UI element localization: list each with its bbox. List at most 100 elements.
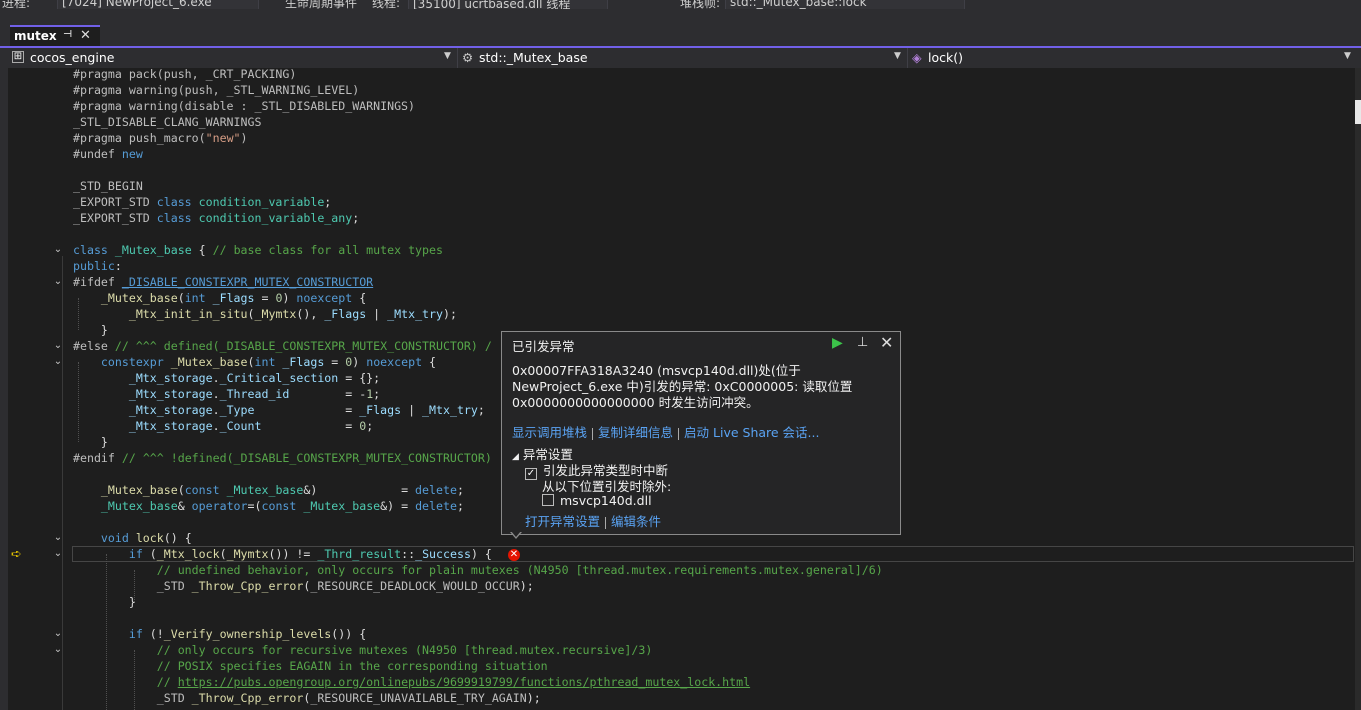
- code-token: public: [73, 259, 115, 273]
- code-token: ;: [366, 419, 374, 433]
- code-token: _Flags: [282, 355, 325, 369]
- method-icon: ◈: [912, 50, 922, 65]
- editor-left-margin: [0, 68, 8, 710]
- process-value: [7024] NewProject_6.exe: [62, 0, 212, 9]
- project-name: cocos_engine: [30, 50, 115, 65]
- code-token: .: [212, 403, 220, 417]
- code-line: _Mutex_base(const _Mutex_base&) = delete…: [73, 482, 464, 498]
- fold-chevron-icon[interactable]: ⌄: [52, 356, 64, 368]
- code-token: ): [240, 131, 248, 145]
- dll-exception-checkbox[interactable]: msvcp140d.dll: [542, 493, 652, 508]
- code-token: ) {: [470, 547, 492, 561]
- open-exception-settings-link[interactable]: 打开异常设置: [525, 514, 600, 529]
- code-token: =: [261, 419, 360, 433]
- code-token: _Flags: [324, 307, 367, 321]
- fold-chevron-icon[interactable]: ⌄: [52, 276, 64, 288]
- process-dropdown[interactable]: [7024] NewProject_6.exe: [57, 0, 259, 9]
- edit-conditions-link[interactable]: 编辑条件: [611, 514, 661, 529]
- code-token: operator: [191, 499, 248, 513]
- code-token: #pragma warning(push, _STL_WARNING_LEVEL…: [73, 83, 360, 97]
- code-token: _Thread_id: [219, 387, 290, 401]
- tab-mutex[interactable]: mutex ⊣ ✕: [10, 25, 100, 48]
- chevron-down-icon: ▼: [444, 51, 451, 61]
- code-token: :: [114, 259, 122, 273]
- process-label: 进程:: [2, 0, 31, 9]
- code-token: (: [149, 547, 157, 561]
- code-token: ;: [456, 483, 464, 497]
- fold-chevron-icon[interactable]: ⌄: [52, 644, 64, 656]
- code-token: &) =: [303, 483, 416, 497]
- code-token: int: [254, 355, 283, 369]
- stack-frame-dropdown[interactable]: std::_Mutex_base::lock: [725, 0, 965, 9]
- code-token: _STD: [156, 691, 192, 705]
- code-token: _Mtx_storage: [128, 403, 213, 417]
- fold-chevron-icon[interactable]: ⌄: [52, 244, 64, 256]
- code-token: #undef: [73, 147, 122, 161]
- fold-chevron-icon[interactable]: ⌄: [52, 628, 64, 640]
- code-token: _Mtx_storage: [128, 371, 213, 385]
- code-token: _Mymtx: [254, 307, 297, 321]
- code-token: _Throw_Cpp_error: [191, 579, 304, 593]
- fold-chevron-icon[interactable]: ⌄: [52, 340, 64, 352]
- thread-label: 线程:: [372, 0, 401, 9]
- code-token: ;: [352, 211, 360, 225]
- scope-dropdown[interactable]: ⚙ std::_Mutex_base ▼: [460, 49, 905, 66]
- code-token: _Mutex_base: [226, 483, 304, 497]
- close-icon[interactable]: ✕: [880, 333, 893, 352]
- code-token: _Mymtx: [226, 547, 269, 561]
- code-token: _STD_BEGIN: [73, 179, 143, 193]
- code-token: ;: [373, 387, 381, 401]
- scope-name: std::_Mutex_base: [479, 50, 588, 65]
- project-dropdown[interactable]: ⊞ cocos_engine ▼: [10, 49, 455, 66]
- code-line: _EXPORT_STD class condition_variable;: [73, 194, 338, 210]
- copy-details-link[interactable]: 复制详细信息: [598, 425, 673, 440]
- code-token: #endif: [73, 451, 122, 465]
- code-link[interactable]: https://pubs.opengroup.org/onlinepubs/96…: [178, 675, 750, 689]
- code-token: _EXPORT_STD: [73, 211, 157, 225]
- live-share-link[interactable]: 启动 Live Share 会话...: [684, 425, 819, 440]
- code-link[interactable]: _DISABLE_CONSTEXPR_MUTEX_CONSTRUCTOR: [122, 275, 373, 289]
- vertical-scrollbar[interactable]: [1355, 68, 1361, 710]
- code-token: _STD: [156, 579, 192, 593]
- popup-title: 已引发异常: [512, 339, 575, 354]
- code-line: class _Mutex_base { // base class for al…: [73, 242, 443, 258]
- code-token: |: [366, 307, 388, 321]
- thread-dropdown[interactable]: [35100] ucrtbased.dll 线程: [408, 0, 608, 9]
- code-token: _Mutex_base: [114, 243, 192, 257]
- code-token: }: [73, 435, 108, 449]
- show-call-stack-link[interactable]: 显示调用堆栈: [512, 425, 587, 440]
- code-token: (),: [296, 307, 325, 321]
- code-token: =(: [247, 499, 262, 513]
- code-line: _STD_BEGIN: [73, 178, 143, 194]
- dll-checkbox-label: msvcp140d.dll: [560, 493, 652, 508]
- continue-icon[interactable]: ▶: [832, 335, 843, 351]
- document-tab-strip: mutex ⊣ ✕: [0, 9, 1361, 48]
- code-token: #pragma pack(push, _CRT_PACKING): [73, 68, 297, 81]
- pin-icon[interactable]: ⊣: [63, 29, 72, 40]
- fold-chevron-icon[interactable]: ⌄: [52, 548, 64, 560]
- empty-checkbox-icon: [542, 494, 554, 506]
- code-token: noexcept: [296, 291, 353, 305]
- code-token: _Throw_Cpp_error: [191, 691, 304, 705]
- code-token: #pragma warning(disable : _STL_DISABLED_…: [73, 99, 416, 113]
- code-token: delete: [415, 499, 457, 513]
- code-line: #pragma warning(disable : _STL_DISABLED_…: [73, 98, 415, 114]
- pin-icon[interactable]: ⊥: [857, 335, 868, 350]
- fold-chevron-icon[interactable]: ⌄: [52, 532, 64, 544]
- code-token: _Mutex_base: [303, 499, 381, 513]
- instruction-pointer-icon: ➪: [11, 547, 22, 562]
- member-dropdown[interactable]: ◈ lock() ▼: [910, 49, 1355, 66]
- chevron-down-icon: ▼: [1344, 51, 1351, 61]
- close-tab-icon[interactable]: ✕: [80, 28, 91, 43]
- code-line: _Mtx_storage._Thread_id = -1;: [73, 386, 380, 402]
- exception-error-icon[interactable]: ✕: [508, 549, 520, 561]
- lifecycle-events-button[interactable]: 生命周期事件: [285, 0, 357, 9]
- code-token: "new": [205, 131, 241, 145]
